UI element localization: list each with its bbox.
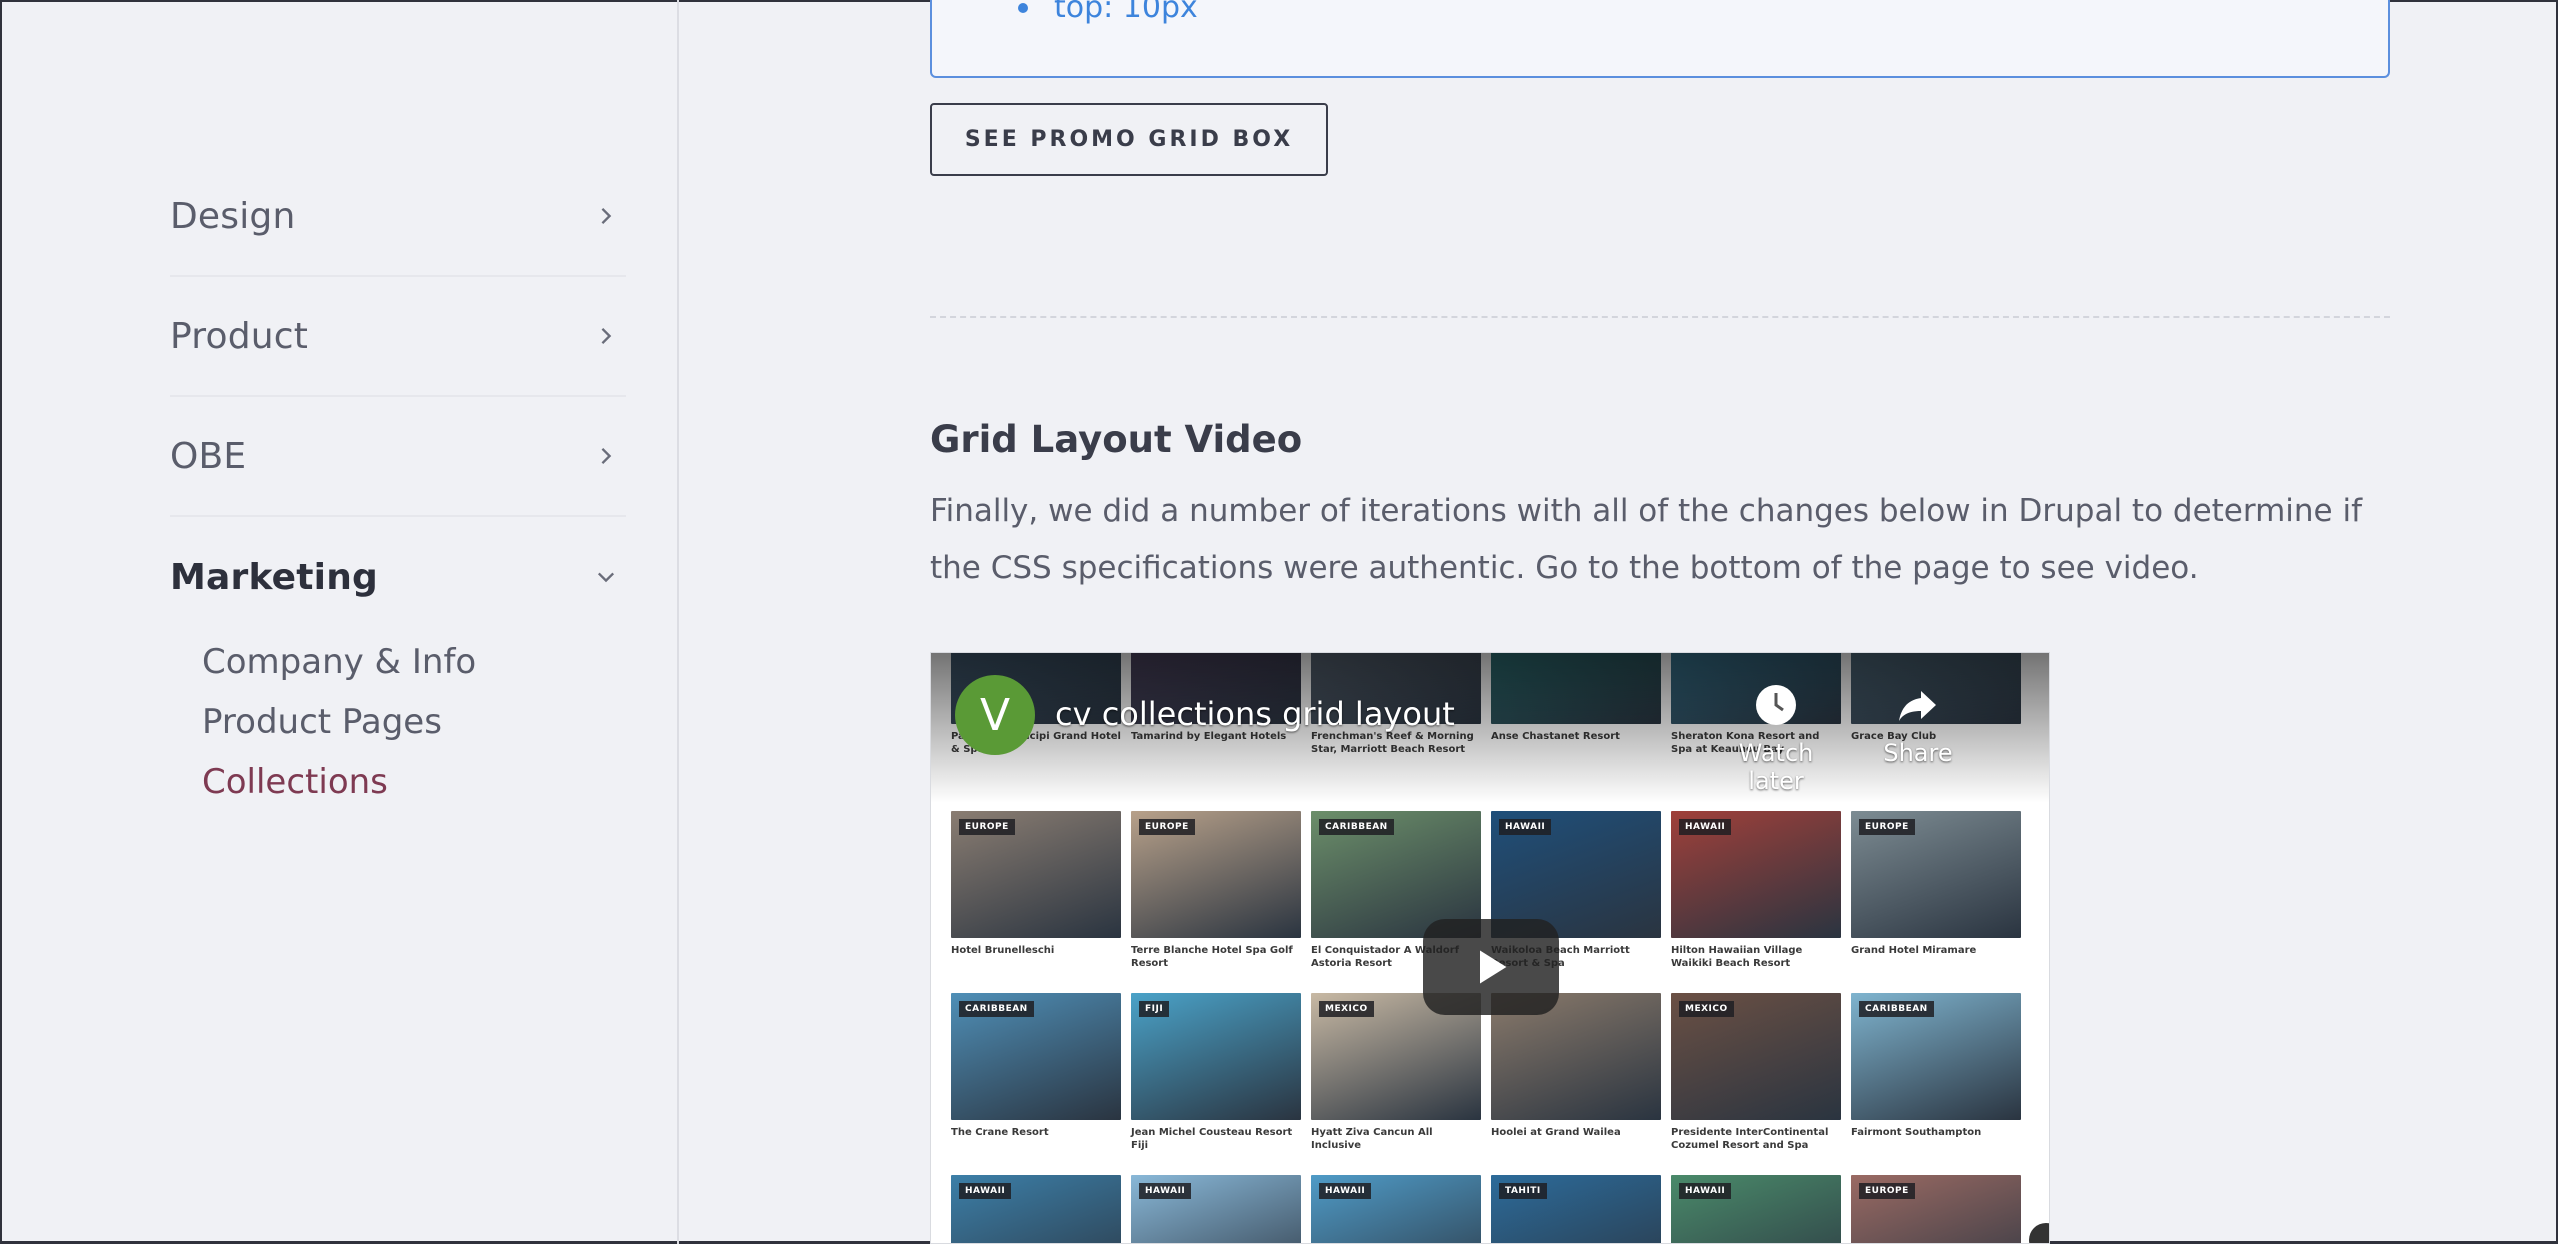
sidebar-item-product[interactable]: Product [170, 277, 626, 397]
hotel-thumbnail: HAWAII [951, 1175, 1121, 1243]
sidebar-item-label: Product [170, 315, 309, 357]
hotel-card: EUROPE Hotel Brunelleschi [951, 811, 1121, 957]
chevron-right-icon [592, 322, 620, 350]
share-button[interactable]: Share [1858, 681, 1978, 767]
sidebar-item-marketing[interactable]: Marketing [170, 517, 626, 637]
region-badge: CARIBBEAN [959, 1001, 1034, 1017]
share-arrow-icon [1899, 691, 1936, 721]
section-divider [930, 316, 2390, 318]
watch-later-button[interactable]: Watch later [1716, 681, 1836, 795]
sidebar-subitem-company-info[interactable]: Company & Info [202, 642, 476, 682]
chevron-right-icon [592, 202, 620, 230]
sidebar-item-label: Marketing [170, 556, 379, 598]
sidebar-item-design[interactable]: Design [170, 157, 626, 277]
chevron-down-icon [592, 563, 620, 591]
hotel-thumbnail: EUROPE [1131, 811, 1301, 938]
hotel-name: Presidente InterContinental Cozumel Reso… [1671, 1127, 1829, 1151]
sidebar-subitem-collections[interactable]: Collections [202, 762, 388, 802]
video-title[interactable]: cv collections grid layout [1055, 695, 1455, 733]
hotel-name: Hyatt Ziva Cancun All Inclusive [1311, 1127, 1433, 1151]
hotel-name: The Crane Resort [951, 1127, 1049, 1138]
code-spec-line: top: 10px [1054, 0, 1198, 25]
region-badge: EUROPE [1139, 819, 1195, 835]
region-badge: EUROPE [1859, 1183, 1915, 1199]
hotel-name: Grand Hotel Miramare [1851, 945, 1977, 956]
region-badge: TAHITI [1499, 1183, 1547, 1199]
hotel-thumbnail: EUROPE [951, 811, 1121, 938]
sidebar-subitem-product-pages[interactable]: Product Pages [202, 702, 442, 742]
see-promo-grid-box-button[interactable]: SEE PROMO GRID BOX [930, 103, 1328, 176]
region-badge: MEXICO [1679, 1001, 1734, 1017]
hotel-card: HAWAII [1671, 1175, 1841, 1243]
hotel-card: EUROPE Grand Hotel Miramare [1851, 811, 2021, 957]
hotel-card: EUROPE [1851, 1175, 2021, 1243]
hotel-card: MEXICO Hyatt Ziva Cancun All Inclusive [1311, 993, 1481, 1152]
hotel-thumbnail: CARIBBEAN [951, 993, 1121, 1120]
hotel-thumbnail: HAWAII [1131, 1175, 1301, 1243]
region-badge: HAWAII [1499, 819, 1552, 835]
hotel-name: Fairmont Southampton [1851, 1127, 1982, 1138]
hotel-card: HAWAII [1311, 1175, 1481, 1243]
hotel-card: EUROPE Terre Blanche Hotel Spa Golf Resor… [1131, 811, 1301, 970]
section-body: Finally, we did a number of iterations w… [930, 493, 2362, 586]
hotel-thumbnail: FIJI [1131, 993, 1301, 1120]
region-badge: HAWAII [1319, 1183, 1372, 1199]
code-spec-box: top: 10px [930, 0, 2390, 78]
main-content: top: 10px SEE PROMO GRID BOX Grid Layout… [930, 0, 2390, 1244]
share-label: Share [1883, 739, 1953, 767]
region-badge: HAWAII [1679, 1183, 1732, 1199]
play-button[interactable] [1423, 919, 1559, 1015]
section-title: Grid Layout Video [930, 418, 1303, 461]
region-badge: EUROPE [959, 819, 1015, 835]
hotel-thumbnail: MEXICO [1671, 993, 1841, 1120]
sidebar-item-label: Design [170, 195, 296, 237]
region-badge: FIJI [1139, 1001, 1170, 1017]
region-badge: CARIBBEAN [1859, 1001, 1934, 1017]
hotel-card: TAHITI [1491, 1175, 1661, 1243]
hotel-thumbnail: HAWAII [1671, 1175, 1841, 1243]
sidebar-item-obe[interactable]: OBE [170, 397, 626, 517]
hotel-card: HAWAII [951, 1175, 1121, 1243]
hotel-card: CARIBBEAN Fairmont Southampton [1851, 993, 2021, 1139]
watch-later-label: Watch later [1738, 739, 1814, 795]
hotel-name: Jean Michel Cousteau Resort Fiji [1131, 1127, 1293, 1151]
region-badge: HAWAII [959, 1183, 1012, 1199]
hotel-name: Terre Blanche Hotel Spa Golf Resort [1131, 945, 1293, 969]
region-badge: MEXICO [1319, 1001, 1374, 1017]
video-corner-badge [2029, 1223, 2049, 1243]
hotel-card: HAWAII [1131, 1175, 1301, 1243]
sidebar-item-label: OBE [170, 435, 247, 477]
hotel-card: HAWAII Hilton Hawaiian Village Waikiki Be… [1671, 811, 1841, 970]
hotel-card: CARIBBEAN The Crane Resort [951, 993, 1121, 1139]
hotel-thumbnail: HAWAII [1311, 1175, 1481, 1243]
channel-avatar[interactable]: V [955, 675, 1035, 755]
region-badge: HAWAII [1679, 819, 1732, 835]
video-player[interactable]: Parco dei Principi Grand Hotel & SpaTama… [930, 652, 2050, 1244]
play-icon [1480, 950, 1507, 984]
chevron-right-icon [592, 442, 620, 470]
hotel-name: Hotel Brunelleschi [951, 945, 1055, 956]
hotel-thumbnail: CARIBBEAN [1851, 993, 2021, 1120]
region-badge: EUROPE [1859, 819, 1915, 835]
hotel-name: Hoolei at Grand Wailea [1491, 1127, 1621, 1138]
clock-icon [1756, 685, 1796, 725]
bullet-icon [1018, 3, 1028, 13]
hotel-thumbnail: TAHITI [1491, 1175, 1661, 1243]
region-badge: HAWAII [1139, 1183, 1192, 1199]
hotel-card: FIJI Jean Michel Cousteau Resort Fiji [1131, 993, 1301, 1152]
region-badge: CARIBBEAN [1319, 819, 1394, 835]
hotel-thumbnail: EUROPE [1851, 811, 2021, 938]
hotel-name: Hilton Hawaiian Village Waikiki Beach Re… [1671, 945, 1803, 969]
hotel-thumbnail: HAWAII [1671, 811, 1841, 938]
hotel-thumbnail: EUROPE [1851, 1175, 2021, 1243]
sidebar-nav: Design Product OBE Marketing Company & I… [0, 0, 679, 1244]
hotel-card: MEXICO Presidente InterContinental Cozume… [1671, 993, 1841, 1152]
